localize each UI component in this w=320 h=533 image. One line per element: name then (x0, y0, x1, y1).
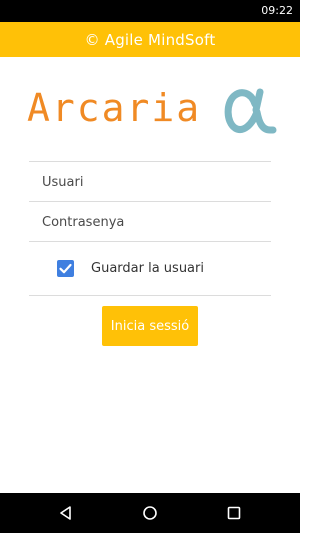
status-time: 09:22 (261, 4, 293, 17)
username-input[interactable] (29, 163, 271, 201)
home-icon (143, 506, 157, 520)
status-bar: 09:22 (0, 0, 300, 22)
navigation-bar (0, 493, 300, 533)
login-button[interactable]: Inicia sessió (102, 306, 198, 346)
app-header: © Agile MindSoft (0, 22, 300, 57)
divider (29, 161, 271, 162)
remember-user-checkbox[interactable] (57, 260, 74, 277)
divider (29, 295, 271, 296)
back-icon (60, 506, 71, 520)
divider (29, 201, 271, 202)
password-input[interactable] (29, 203, 271, 241)
back-button[interactable] (36, 493, 96, 533)
app-header-title: © Agile MindSoft (84, 30, 216, 49)
logo-text: Arcaria (27, 86, 202, 130)
arcaria-logo: Arcaria (27, 84, 277, 136)
remember-user-label: Guardar la usuari (91, 261, 204, 276)
recents-icon (227, 506, 241, 520)
recents-button[interactable] (204, 493, 264, 533)
alpha-logo-icon (224, 88, 277, 134)
remember-user-row[interactable]: Guardar la usuari (29, 253, 271, 283)
divider (29, 241, 271, 242)
checkmark-icon (59, 263, 72, 274)
home-button[interactable] (120, 493, 180, 533)
login-screen: 09:22 © Agile MindSoft Arcaria Guardar l… (0, 0, 300, 533)
